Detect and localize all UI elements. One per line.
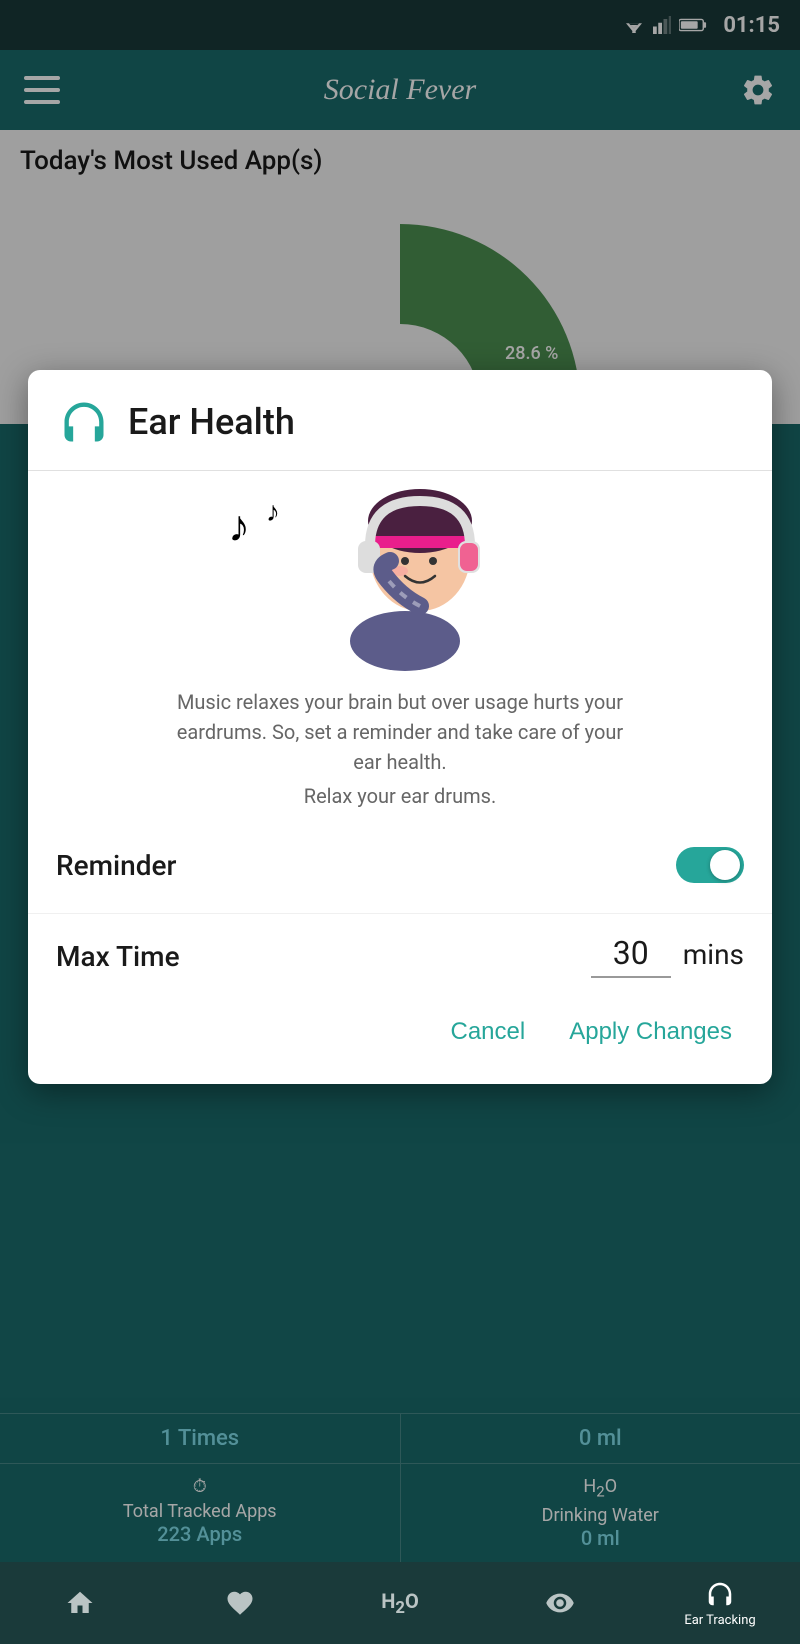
bottom-nav: H2O Ear Tracking (0, 1562, 800, 1644)
dialog-title: Ear Health (128, 401, 295, 443)
nav-eye[interactable] (480, 1562, 640, 1644)
svg-text:♪: ♪ (228, 500, 250, 552)
nav-health[interactable] (160, 1562, 320, 1644)
home-icon (65, 1588, 95, 1618)
ear-tracking-label: Ear Tracking (684, 1613, 755, 1628)
water-nav-icon: H2O (381, 1589, 418, 1618)
time-unit: mins (683, 938, 744, 971)
toggle-knob (710, 850, 740, 880)
person-illustration (290, 481, 510, 671)
dialog-illustration: ♪ ♪ (28, 471, 772, 671)
reminder-label: Reminder (56, 849, 176, 882)
svg-text:♪: ♪ (266, 495, 280, 528)
divider (28, 913, 772, 914)
desc-line2: eardrums. So, set a reminder and take ca… (56, 717, 744, 747)
eye-icon (545, 1588, 575, 1618)
nav-home[interactable] (0, 1562, 160, 1644)
apply-button[interactable]: Apply Changes (557, 1010, 744, 1054)
max-time-label: Max Time (56, 940, 591, 973)
reminder-row: Reminder (28, 827, 772, 903)
music-notes-icon: ♪ ♪ (228, 491, 298, 561)
nav-water[interactable]: H2O (320, 1562, 480, 1644)
time-input-area: 30 mins (591, 934, 744, 978)
ear-health-dialog: Ear Health ♪ ♪ (28, 370, 772, 1084)
dialog-actions: Cancel Apply Changes (28, 998, 772, 1074)
dialog-description: Music relaxes your brain but over usage … (28, 671, 772, 827)
ear-headphone-icon (705, 1579, 735, 1609)
reminder-toggle[interactable] (676, 847, 744, 883)
cancel-button[interactable]: Cancel (439, 1010, 538, 1054)
headphone-icon (56, 394, 112, 450)
nav-ear-tracking[interactable]: Ear Tracking (640, 1562, 800, 1644)
desc-line3: ear health. (56, 747, 744, 777)
time-value[interactable]: 30 (591, 934, 671, 978)
desc-line1: Music relaxes your brain but over usage … (56, 687, 744, 717)
max-time-row: Max Time 30 mins (28, 924, 772, 998)
heart-icon (225, 1588, 255, 1618)
desc-line4: Relax your ear drums. (56, 781, 744, 811)
dialog-header: Ear Health (28, 370, 772, 471)
